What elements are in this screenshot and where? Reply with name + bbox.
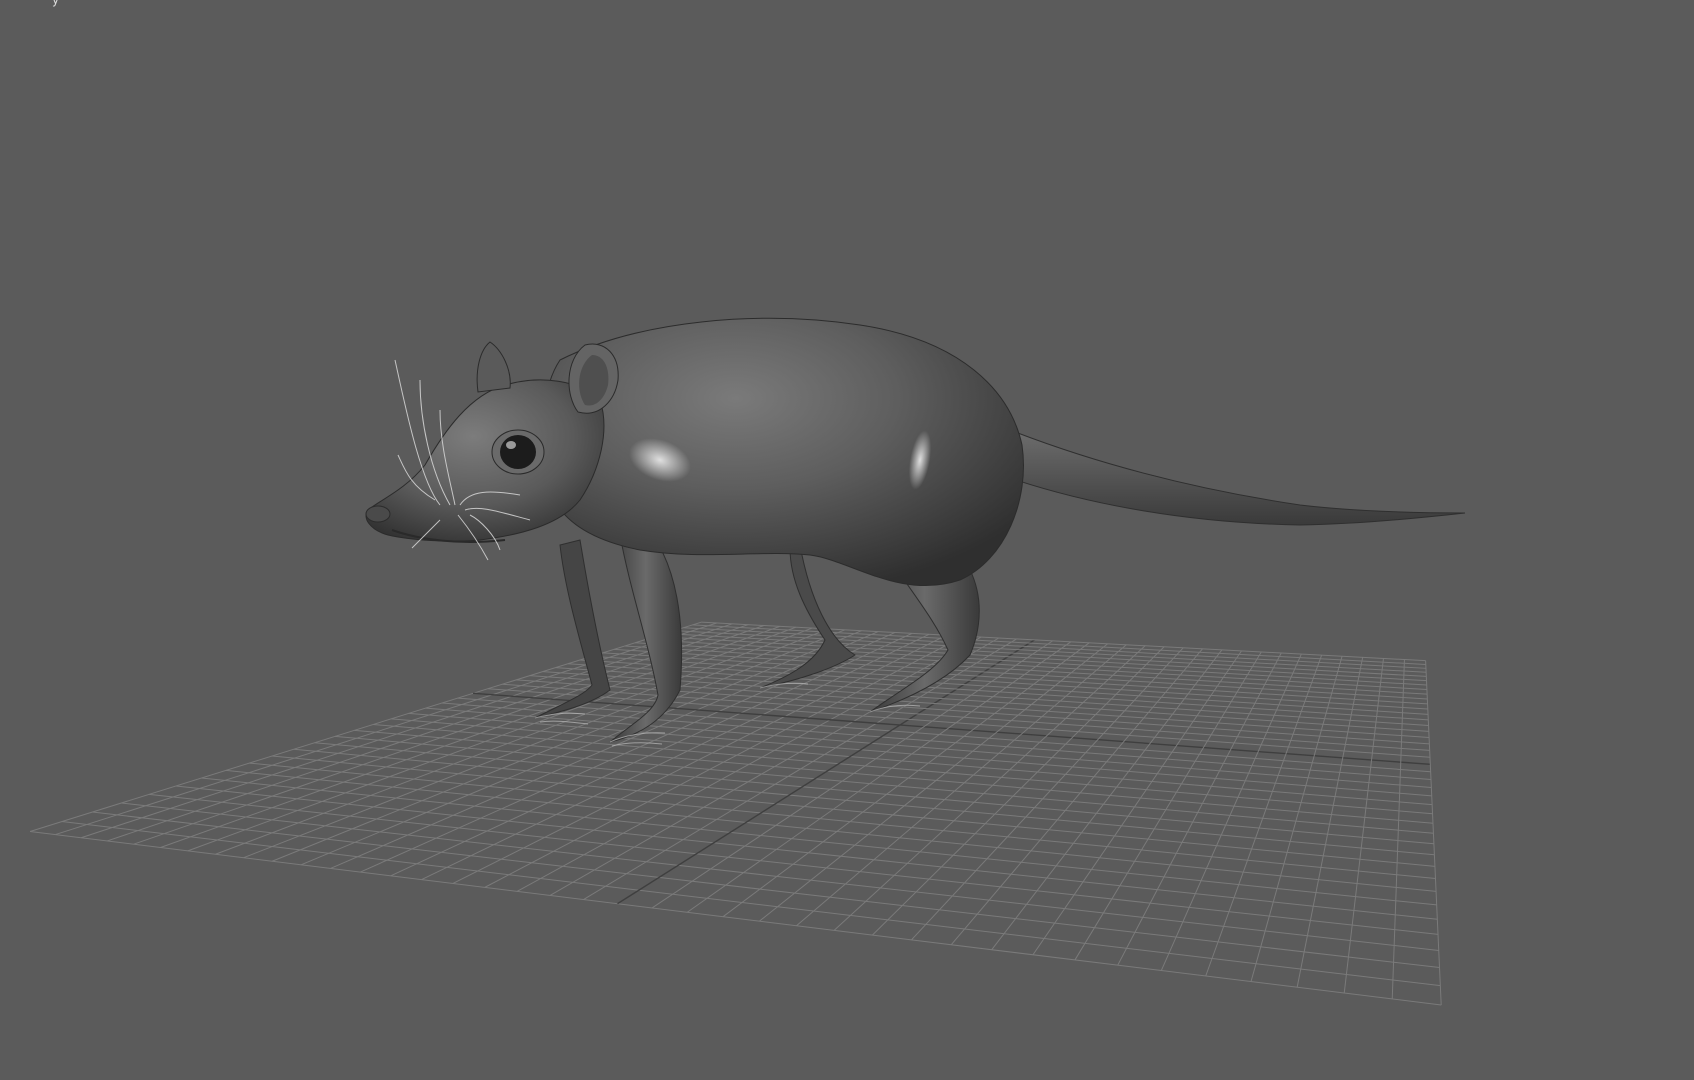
grid-line [651,640,1053,909]
rat-ear-far [476,341,511,393]
rat-eye [500,435,536,469]
grid-line [602,652,1428,705]
rat-body [542,317,1024,586]
grid-line [187,626,797,852]
grid-line [390,632,913,877]
grid-line [160,625,781,848]
grid-line [373,723,1433,815]
viewport-canvas[interactable] [0,0,1694,1080]
perspective-viewport[interactable]: y [0,0,1694,1080]
grid-line [243,628,829,859]
grid-line [314,742,1434,845]
grid-line [473,692,1431,766]
rat-front-leg-far [534,539,611,719]
rat-tail [1009,429,1466,526]
grid-line [61,821,1441,987]
grid-line [1391,659,1405,999]
grid-line [457,697,1431,773]
ground-grid [29,621,1442,1006]
grid-line [29,830,1442,1006]
grid-line [555,667,1429,727]
grid-line [354,729,1434,824]
grid-line [293,748,1435,856]
grid-line [950,648,1203,946]
grid-line [92,811,1440,968]
grid-line [991,649,1223,951]
rat-nose [365,505,391,523]
grid-line [175,785,1438,920]
grid-line [1250,656,1343,982]
grid-line [1205,654,1323,977]
grid-line [334,735,1434,834]
grid-line [55,622,717,836]
grid-line [249,762,1436,880]
rat-eye-highlight [506,441,516,449]
